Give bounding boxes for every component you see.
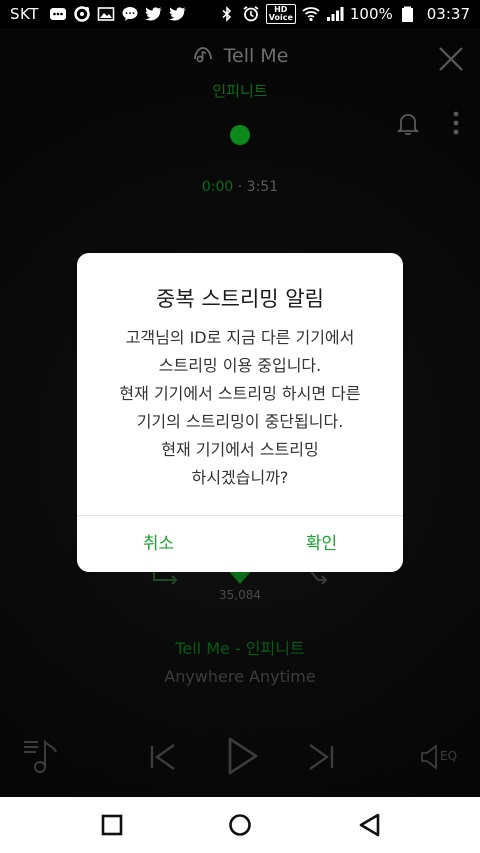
eq-label: EQ [440,749,458,763]
twitter-icon [144,6,163,22]
previous-track-icon[interactable] [148,742,178,772]
bell-icon[interactable] [397,112,419,136]
album-name: Anywhere Anytime [164,667,316,686]
current-time: 0:00 [201,179,234,195]
song-title: Tell Me [223,45,289,67]
track-title-artist: Tell Me - 인피니트 [175,639,305,658]
battery-percent: 100% [349,5,393,23]
bluetooth-icon [218,6,236,22]
image-icon [97,6,115,22]
total-time: 3:51 [246,179,279,195]
more-options-icon[interactable] [452,110,460,136]
clock: 03:37 [426,5,470,23]
dialog-message-line: 고객님의 ID로 지금 다른 기기에서 [125,328,355,347]
time-row: 0:00 · 3:51 [0,179,480,195]
duplicate-streaming-dialog: 중복 스트리밍 알림 고객님의 ID로 지금 다른 기기에서 스트리밍 이용 중… [77,253,403,572]
notification-icons: ••• [49,6,187,22]
carrier-label: SKT [10,5,39,23]
status-bar: SKT ••• HD Voice 100% 03:37 [0,0,480,28]
dialog-message: 고객님의 ID로 지금 다른 기기에서 스트리밍 이용 중입니다. 현재 기기에… [77,324,403,492]
twitter-icon [168,6,187,22]
talk-icon: ••• [121,6,139,22]
dialog-message-line: 현재 기기에서 스트리밍 하시면 다른 [119,384,361,403]
music-note-icon [193,47,212,63]
dialog-message-line: 기기의 스트리밍이 중단됩니다. [136,412,344,431]
alarm-icon [242,6,260,22]
playlist-icon[interactable] [22,738,62,774]
dialog-message-line: 하시겠습니까? [191,468,289,487]
battery-icon [399,6,417,22]
song-title-header: Tell Me [0,45,480,67]
dialog-message-line: 스트리밍 이용 중입니다. [158,356,322,375]
speaker-icon [421,744,437,770]
system-status-icons: HD Voice 100% 03:37 [218,4,470,24]
progress-handle[interactable] [230,125,250,145]
time-separator: · [237,179,243,195]
music-app-icon [73,6,91,22]
home-button[interactable] [226,811,254,839]
back-button[interactable] [356,811,384,839]
close-icon[interactable] [438,46,464,72]
confirm-button[interactable]: 확인 [240,516,403,572]
next-track-icon[interactable] [306,742,336,772]
svg-text:•••: ••• [125,11,136,18]
dialog-message-line: 현재 기기에서 스트리밍 [161,440,319,459]
chat-icon [49,6,67,22]
hd-voice-icon: HD Voice [265,4,296,24]
equalizer-button[interactable]: EQ [420,742,462,772]
dialog-title: 중복 스트리밍 알림 [156,287,324,311]
like-count: 35,084 [219,588,261,602]
signal-icon [326,6,344,22]
recent-apps-button[interactable] [98,811,126,839]
cancel-button[interactable]: 취소 [77,516,240,572]
play-icon[interactable] [224,736,260,776]
song-artist[interactable]: 인피니트 [0,80,480,101]
wifi-icon [302,6,320,22]
navigation-bar [0,797,480,853]
